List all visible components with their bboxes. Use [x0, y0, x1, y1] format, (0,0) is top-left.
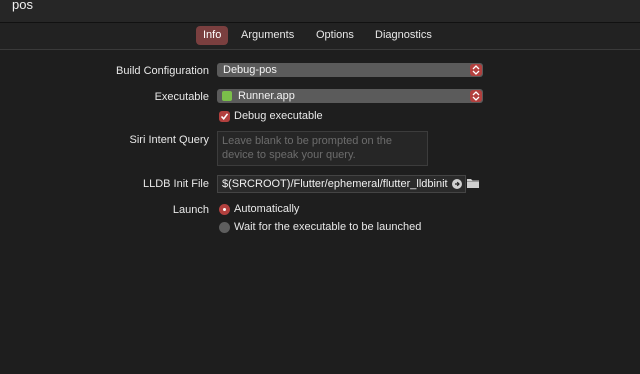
executable-label: Executable [154, 91, 209, 103]
siri-intent-placeholder: Leave blank to be prompted on the device… [222, 135, 393, 161]
launch-automatically-label: Automatically [234, 203, 300, 215]
tab-options[interactable]: Options [309, 26, 361, 45]
window-title: pos [12, 0, 33, 12]
popup-stepper-icon [470, 90, 482, 102]
launch-label: Launch [172, 204, 209, 216]
executable-popup[interactable]: Runner.app [217, 89, 483, 103]
popup-stepper-icon [470, 64, 482, 76]
arrow-right-icon[interactable] [452, 179, 462, 189]
launch-wait-radio[interactable] [219, 222, 230, 233]
checkmark-icon [220, 113, 229, 121]
build-configuration-label: Build Configuration [116, 65, 209, 77]
siri-intent-field[interactable]: Leave blank to be prompted on the device… [217, 131, 428, 166]
window-titlebar: pos [0, 0, 640, 23]
scheme-tab-bar: Info Arguments Options Diagnostics [0, 23, 640, 50]
executable-value: Runner.app [238, 90, 295, 102]
app-icon [222, 91, 232, 101]
debug-executable-label: Debug executable [234, 110, 323, 122]
lldb-init-value: $(SRCROOT)/Flutter/ephemeral/flutter_lld… [222, 178, 448, 190]
debug-executable-checkbox[interactable] [219, 111, 230, 122]
build-configuration-value: Debug-pos [223, 64, 277, 76]
siri-intent-label: Siri Intent Query [129, 134, 209, 146]
lldb-init-field[interactable]: $(SRCROOT)/Flutter/ephemeral/flutter_lld… [217, 175, 466, 193]
launch-wait-label: Wait for the executable to be launched [234, 221, 422, 233]
tab-info[interactable]: Info [196, 26, 229, 45]
tab-diagnostics[interactable]: Diagnostics [368, 26, 439, 45]
build-configuration-popup[interactable]: Debug-pos [217, 63, 483, 77]
launch-automatically-radio[interactable] [219, 204, 230, 215]
tab-arguments[interactable]: Arguments [234, 26, 301, 45]
folder-icon[interactable] [466, 177, 480, 189]
lldb-init-label: LLDB Init File [142, 178, 209, 190]
